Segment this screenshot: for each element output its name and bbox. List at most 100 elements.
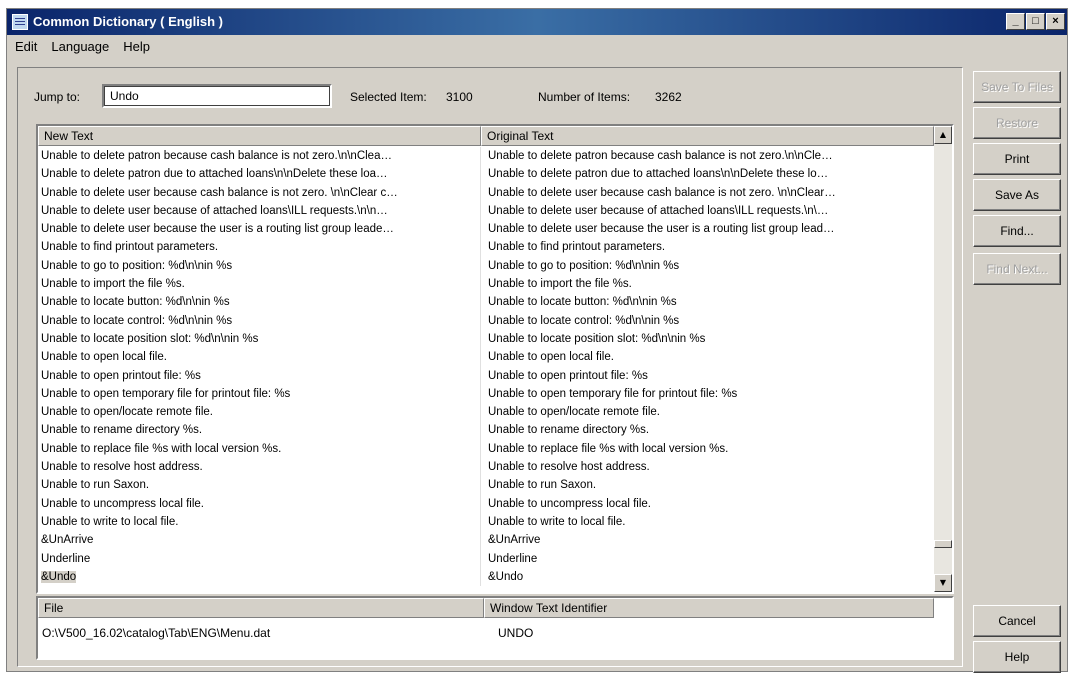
save-to-files-button[interactable]: Save To Files bbox=[973, 71, 1061, 103]
original-text-cell[interactable]: Unable to go to position: %d\n\nin %s bbox=[481, 257, 934, 275]
original-text-cell[interactable]: Unable to write to local file. bbox=[481, 513, 934, 531]
table-row[interactable]: Underline Underline bbox=[38, 549, 934, 568]
table-row[interactable]: Unable to uncompress local file. Unable t… bbox=[38, 494, 934, 513]
new-text-cell[interactable]: Unable to delete patron due to attached … bbox=[38, 165, 481, 184]
table-row[interactable]: &Undo &Undo bbox=[38, 567, 934, 587]
new-text-cell[interactable]: Unable to open printout file: %s bbox=[38, 366, 481, 385]
table-row[interactable]: Unable to replace file %s with local ver… bbox=[38, 439, 934, 459]
original-text-cell[interactable]: Unable to delete user because cash balan… bbox=[481, 184, 934, 202]
original-text-cell[interactable]: Underline bbox=[481, 550, 934, 568]
original-text-cell[interactable]: Unable to locate button: %d\n\nin %s bbox=[481, 293, 934, 311]
scroll-thumb[interactable] bbox=[934, 540, 952, 548]
close-button[interactable]: × bbox=[1046, 13, 1065, 30]
table-row[interactable]: Unable to write to local file. Unable to … bbox=[38, 512, 934, 532]
new-text-cell[interactable]: Unable to run Saxon. bbox=[38, 476, 481, 495]
original-text-cell[interactable]: Unable to open printout file: %s bbox=[481, 367, 934, 385]
new-text-cell[interactable]: Unable to delete patron because cash bal… bbox=[38, 147, 481, 166]
app-icon[interactable] bbox=[12, 14, 28, 30]
menu-help[interactable]: Help bbox=[115, 37, 156, 57]
detail-file-path[interactable]: O:\V500_16.02\catalog\Tab\ENG\Menu.dat bbox=[42, 626, 270, 640]
menu-edit[interactable]: Edit bbox=[7, 37, 43, 57]
new-text-cell[interactable]: Unable to rename directory %s. bbox=[38, 421, 481, 440]
original-text-cell[interactable]: Unable to open local file. bbox=[481, 348, 934, 366]
table-row[interactable]: Unable to find printout parameters. Unabl… bbox=[38, 238, 934, 257]
new-text-cell[interactable]: Unable to open/locate remote file. bbox=[38, 403, 481, 422]
column-header-new-text[interactable]: New Text bbox=[38, 126, 481, 146]
table-row[interactable]: Unable to open local file. Unable to open… bbox=[38, 348, 934, 367]
menu-language[interactable]: Language bbox=[43, 37, 115, 57]
table-row[interactable]: Unable to delete patron because cash bal… bbox=[38, 147, 934, 166]
table-row[interactable]: Unable to delete user because cash balan… bbox=[38, 183, 934, 202]
table-row[interactable]: Unable to rename directory %s. Unable to … bbox=[38, 421, 934, 440]
new-text-cell[interactable]: Unable to locate control: %d\n\nin %s bbox=[38, 311, 481, 330]
save-as-button[interactable]: Save As bbox=[973, 179, 1061, 211]
find-button[interactable]: Find... bbox=[973, 215, 1061, 247]
vertical-scrollbar[interactable]: ▲ ▼ bbox=[934, 126, 952, 592]
column-header-window-text-identifier[interactable]: Window Text Identifier bbox=[484, 598, 934, 618]
find-next-button[interactable]: Find Next... bbox=[973, 253, 1061, 285]
new-text-cell[interactable]: Unable to replace file %s with local ver… bbox=[38, 439, 481, 459]
table-row[interactable]: Unable to delete user because the user i… bbox=[38, 220, 934, 239]
table-row[interactable]: Unable to locate button: %d\n\nin %s Unab… bbox=[38, 293, 934, 312]
new-text-cell[interactable]: Underline bbox=[38, 549, 481, 568]
restore-button[interactable]: Restore bbox=[973, 107, 1061, 139]
title-bar[interactable]: Common Dictionary ( English ) _ □ × bbox=[7, 9, 1067, 35]
column-header-original-text[interactable]: Original Text bbox=[481, 126, 934, 146]
column-header-file[interactable]: File bbox=[38, 598, 485, 618]
new-text-cell[interactable]: Unable to find printout parameters. bbox=[38, 238, 481, 257]
original-text-cell[interactable]: Unable to replace file %s with local ver… bbox=[481, 440, 934, 458]
help-button[interactable]: Help bbox=[973, 641, 1061, 673]
original-text-cell[interactable]: Unable to run Saxon. bbox=[481, 476, 934, 494]
table-row[interactable]: Unable to open/locate remote file. Unable… bbox=[38, 403, 934, 422]
scroll-up-arrow-icon[interactable]: ▲ bbox=[934, 126, 952, 144]
new-text-cell[interactable]: &UnArrive bbox=[38, 531, 481, 550]
original-text-cell[interactable]: Unable to uncompress local file. bbox=[481, 495, 934, 513]
original-text-cell[interactable]: Unable to rename directory %s. bbox=[481, 421, 934, 439]
new-text-cell[interactable]: Unable to delete user because cash balan… bbox=[38, 183, 481, 202]
original-text-cell[interactable]: Unable to locate position slot: %d\n\nin… bbox=[481, 330, 934, 348]
original-text-cell[interactable]: Unable to find printout parameters. bbox=[481, 238, 934, 256]
table-row[interactable]: &UnArrive &UnArrive bbox=[38, 531, 934, 550]
table-row[interactable]: Unable to locate position slot: %d\n\nin… bbox=[38, 329, 934, 349]
original-text-cell[interactable]: Unable to import the file %s. bbox=[481, 275, 934, 293]
new-text-cell[interactable]: Unable to open local file. bbox=[38, 348, 481, 367]
original-text-cell[interactable]: Unable to delete patron because cash bal… bbox=[481, 147, 934, 165]
original-text-cell[interactable]: Unable to resolve host address. bbox=[481, 458, 934, 476]
original-text-cell[interactable]: Unable to delete user because the user i… bbox=[481, 220, 934, 238]
scroll-down-arrow-icon[interactable]: ▼ bbox=[934, 574, 952, 592]
table-row[interactable]: Unable to delete patron due to attached … bbox=[38, 165, 934, 184]
original-text-cell[interactable]: Unable to locate control: %d\n\nin %s bbox=[481, 312, 934, 330]
cancel-button[interactable]: Cancel bbox=[973, 605, 1061, 637]
new-text-cell[interactable]: Unable to go to position: %d\n\nin %s bbox=[38, 256, 481, 276]
new-text-cell[interactable]: Unable to resolve host address. bbox=[38, 458, 481, 477]
table-row[interactable]: Unable to open temporary file for printo… bbox=[38, 384, 934, 404]
jump-to-input[interactable]: Undo bbox=[102, 84, 332, 108]
new-text-cell[interactable]: Unable to open temporary file for printo… bbox=[38, 384, 481, 404]
original-text-cell[interactable]: Unable to open/locate remote file. bbox=[481, 403, 934, 421]
original-text-cell[interactable]: &Undo bbox=[481, 568, 934, 586]
dictionary-list[interactable]: New Text Original Text Unable to delete … bbox=[36, 124, 954, 594]
maximize-button[interactable]: □ bbox=[1026, 13, 1045, 30]
table-row[interactable]: Unable to go to position: %d\n\nin %s Una… bbox=[38, 256, 934, 276]
print-button[interactable]: Print bbox=[973, 143, 1061, 175]
table-row[interactable]: Unable to run Saxon. Unable to run Saxon. bbox=[38, 476, 934, 495]
new-text-cell[interactable]: &Undo bbox=[38, 567, 481, 587]
new-text-cell[interactable]: Unable to delete user because of attache… bbox=[38, 201, 481, 221]
detail-list[interactable]: File Window Text Identifier O:\V500_16.0… bbox=[36, 596, 954, 660]
new-text-cell[interactable]: Unable to delete user because the user i… bbox=[38, 220, 481, 239]
original-text-cell[interactable]: &UnArrive bbox=[481, 531, 934, 549]
new-text-cell[interactable]: Unable to write to local file. bbox=[38, 512, 481, 532]
original-text-cell[interactable]: Unable to delete patron due to attached … bbox=[481, 165, 934, 183]
table-row[interactable]: Unable to import the file %s. Unable to i… bbox=[38, 275, 934, 294]
table-row[interactable]: Unable to resolve host address. Unable to… bbox=[38, 458, 934, 477]
table-row[interactable]: Unable to open printout file: %s Unable t… bbox=[38, 366, 934, 385]
original-text-cell[interactable]: Unable to delete user because of attache… bbox=[481, 202, 934, 220]
detail-identifier[interactable]: UNDO bbox=[498, 626, 533, 640]
new-text-cell[interactable]: Unable to import the file %s. bbox=[38, 275, 481, 294]
minimize-button[interactable]: _ bbox=[1006, 13, 1025, 30]
new-text-cell[interactable]: Unable to locate button: %d\n\nin %s bbox=[38, 293, 481, 312]
new-text-cell[interactable]: Unable to locate position slot: %d\n\nin… bbox=[38, 329, 481, 349]
table-row[interactable]: Unable to delete user because of attache… bbox=[38, 201, 934, 221]
table-row[interactable]: Unable to locate control: %d\n\nin %s Una… bbox=[38, 311, 934, 330]
original-text-cell[interactable]: Unable to open temporary file for printo… bbox=[481, 385, 934, 403]
